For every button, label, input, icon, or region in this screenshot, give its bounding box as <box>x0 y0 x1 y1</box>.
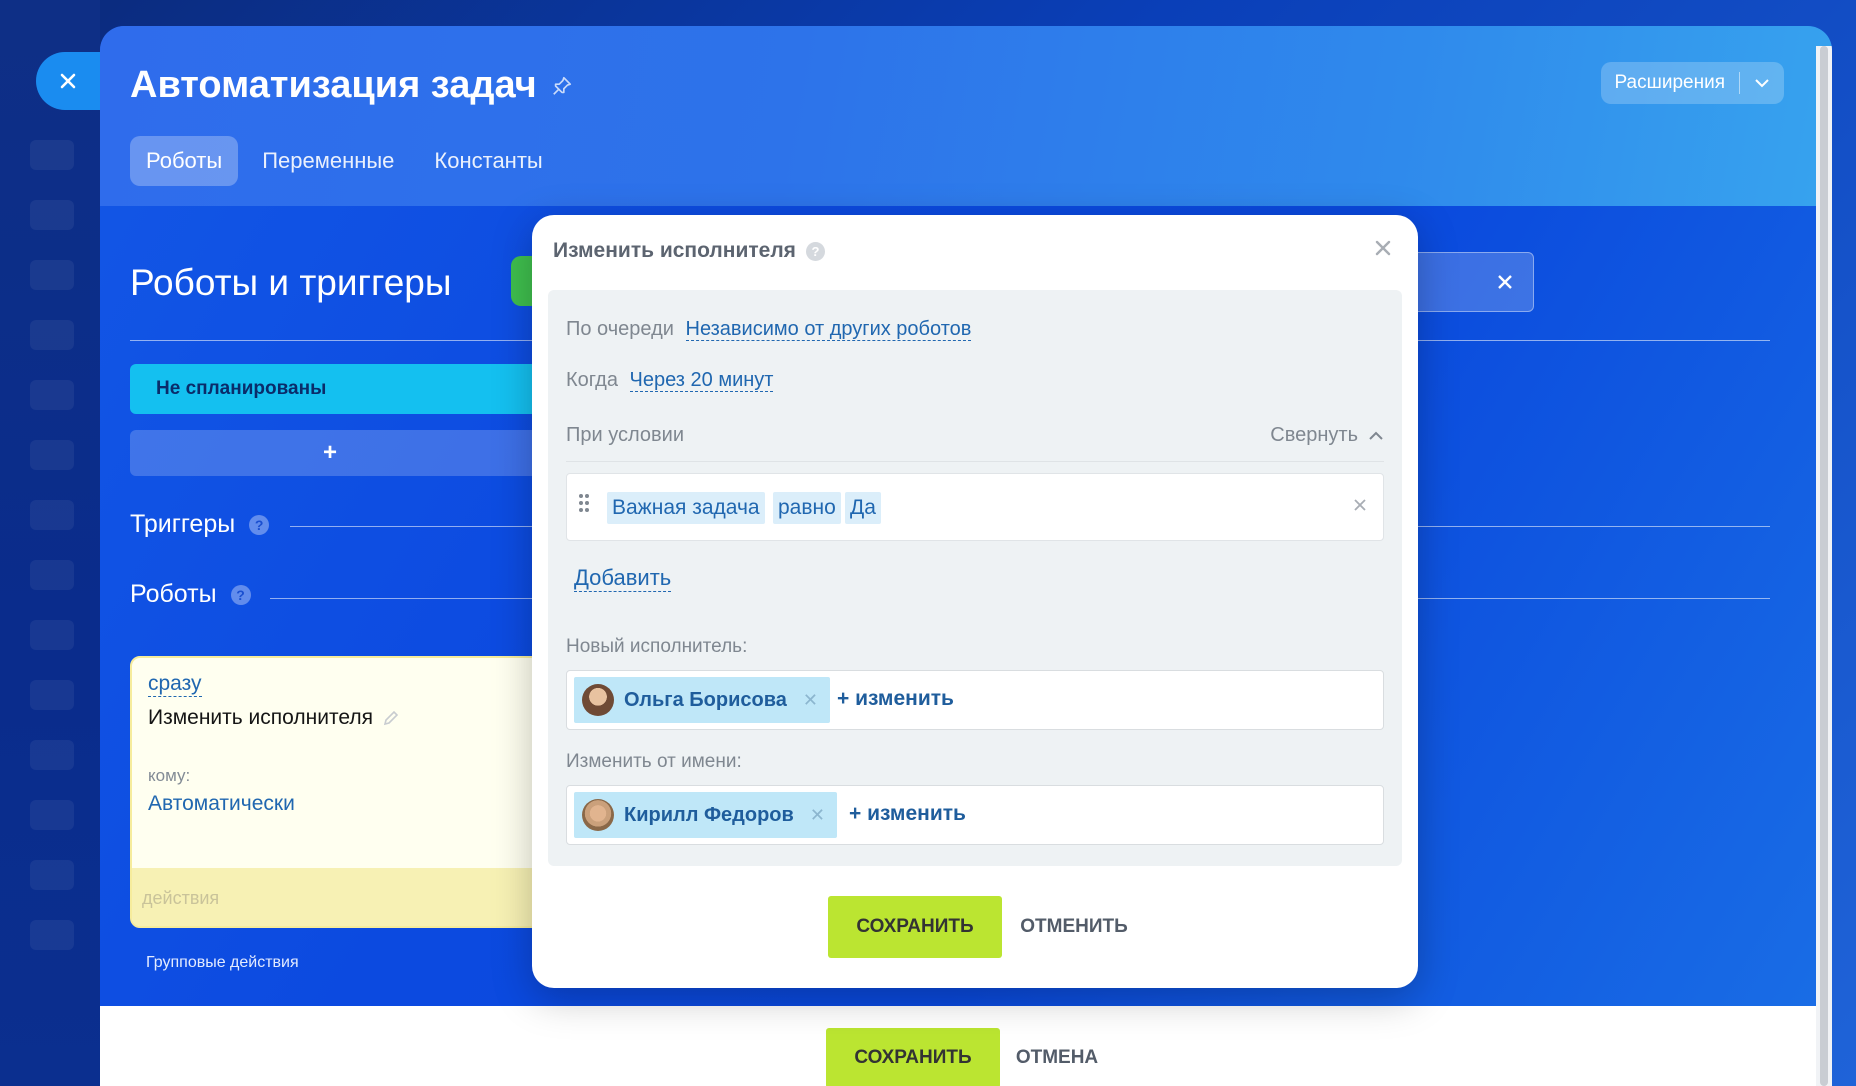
save-button[interactable]: СОХРАНИТЬ <box>826 1028 1000 1086</box>
close-icon[interactable] <box>1372 237 1394 259</box>
dialog-title-text: Изменить исполнителя <box>553 239 796 262</box>
rail-item <box>30 200 74 230</box>
robot-card-footer: действия <box>132 868 568 926</box>
robots-label: Роботы <box>130 580 217 608</box>
search-field-partial[interactable] <box>1400 252 1534 312</box>
edit-robot-dialog: Изменить исполнителя ? По очереди Незави… <box>532 215 1418 988</box>
pencil-icon[interactable] <box>383 710 399 726</box>
queue-row: По очереди Независимо от других роботов <box>566 318 972 341</box>
queue-label: По очереди <box>566 318 674 340</box>
dialog-title: Изменить исполнителя ? <box>553 239 825 263</box>
close-icon[interactable] <box>1497 274 1513 290</box>
queue-value-link[interactable]: Независимо от других роботов <box>685 318 972 341</box>
drag-handle-icon[interactable] <box>577 492 591 518</box>
collapse-button[interactable]: Свернуть <box>1270 424 1384 447</box>
chevron-up-icon <box>1369 431 1383 440</box>
condition-value-chip[interactable]: Да <box>845 492 881 524</box>
section-title: Роботы и триггеры <box>130 262 452 303</box>
tab-robots[interactable]: Роботы <box>130 136 239 186</box>
condition-header: При условии Свернуть <box>566 424 1384 462</box>
robot-card[interactable]: сразу Изменить исполнителя кому: Автомат… <box>130 656 570 928</box>
group-actions-link[interactable]: Групповые действия <box>146 954 299 972</box>
tab-constants[interactable]: Константы <box>418 136 558 186</box>
cancel-button[interactable]: ОТМЕНИТЬ <box>1012 896 1136 958</box>
user-name: Кирилл Федоров <box>624 803 794 826</box>
remove-user-icon[interactable]: ✕ <box>810 805 825 826</box>
remove-user-icon[interactable]: ✕ <box>803 690 818 711</box>
rail-item <box>30 260 74 290</box>
condition-operator-chip[interactable]: равно <box>773 492 841 524</box>
rail-item <box>30 560 74 590</box>
rail-item <box>30 860 74 890</box>
page-title-text: Автоматизация задач <box>130 64 537 106</box>
on-behalf-selector: Кирилл Федоров ✕ + изменить <box>566 785 1384 845</box>
rail-item <box>30 740 74 770</box>
cancel-button[interactable]: ОТМЕНА <box>1006 1028 1108 1086</box>
pin-icon[interactable] <box>551 75 573 97</box>
rail-item <box>30 800 74 830</box>
triggers-label: Триггеры <box>130 510 236 538</box>
rail-item <box>30 380 74 410</box>
left-rail <box>0 0 100 1086</box>
chevron-down-icon[interactable] <box>1740 78 1784 88</box>
robot-delay-link[interactable]: сразу <box>148 672 202 697</box>
tab-variables[interactable]: Переменные <box>246 136 410 186</box>
dialog-body: По очереди Независимо от других роботов … <box>548 290 1402 866</box>
robot-name: Изменить исполнителя <box>148 706 399 730</box>
change-assignee-link[interactable]: + изменить <box>837 687 954 711</box>
scrollbar-thumb[interactable] <box>1820 46 1828 1086</box>
user-name: Ольга Борисова <box>624 688 787 711</box>
extensions-button[interactable]: Расширения <box>1600 62 1784 104</box>
triggers-heading: Триггеры ? <box>130 510 270 539</box>
robot-name-text: Изменить исполнителя <box>148 706 373 729</box>
tab-bar: Роботы Переменные Константы <box>130 136 559 186</box>
condition-label: При условии <box>566 424 684 446</box>
rail-item <box>30 140 74 170</box>
robots-heading: Роботы ? <box>130 580 251 609</box>
scrollbar[interactable] <box>1816 46 1832 1086</box>
extensions-label: Расширения <box>1614 72 1726 93</box>
condition-field-chip[interactable]: Важная задача <box>607 492 765 524</box>
close-slider-button[interactable] <box>36 52 106 110</box>
new-assignee-selector: Ольга Борисова ✕ + изменить <box>566 670 1384 730</box>
help-icon[interactable]: ? <box>249 514 270 535</box>
rail-item <box>30 620 74 650</box>
rail-item <box>30 920 74 950</box>
save-button[interactable]: СОХРАНИТЬ <box>828 896 1002 958</box>
assignee-value[interactable]: Автоматически <box>148 792 295 816</box>
avatar <box>582 684 614 716</box>
page-title: Автоматизация задач <box>130 64 573 107</box>
new-assignee-label: Новый исполнитель: <box>566 636 748 657</box>
when-value-link[interactable]: Через 20 минут <box>629 369 774 392</box>
rail-item <box>30 440 74 470</box>
change-sender-link[interactable]: + изменить <box>849 802 966 826</box>
remove-condition-icon[interactable] <box>1353 498 1367 512</box>
when-label: Когда <box>566 369 618 391</box>
rail-item <box>30 320 74 350</box>
rail-item <box>30 680 74 710</box>
user-chip[interactable]: Ольга Борисова ✕ <box>574 677 830 723</box>
when-row: Когда Через 20 минут <box>566 369 774 392</box>
collapse-label: Свернуть <box>1270 424 1358 446</box>
user-chip[interactable]: Кирилл Федоров ✕ <box>574 792 837 838</box>
help-icon[interactable]: ? <box>805 241 825 261</box>
close-icon <box>60 73 76 89</box>
avatar <box>582 799 614 831</box>
add-robot-button[interactable]: + <box>130 430 550 476</box>
add-condition-link[interactable]: Добавить <box>574 565 672 592</box>
assignee-label: кому: <box>148 766 191 785</box>
status-column-header: Не спланированы <box>130 364 550 414</box>
bottom-action-bar: СОХРАНИТЬ ОТМЕНА <box>100 1006 1816 1086</box>
rail-item <box>30 500 74 530</box>
on-behalf-label: Изменить от имени: <box>566 751 742 772</box>
help-icon[interactable]: ? <box>230 584 251 605</box>
condition-row: Важная задача равно Да <box>566 473 1384 541</box>
